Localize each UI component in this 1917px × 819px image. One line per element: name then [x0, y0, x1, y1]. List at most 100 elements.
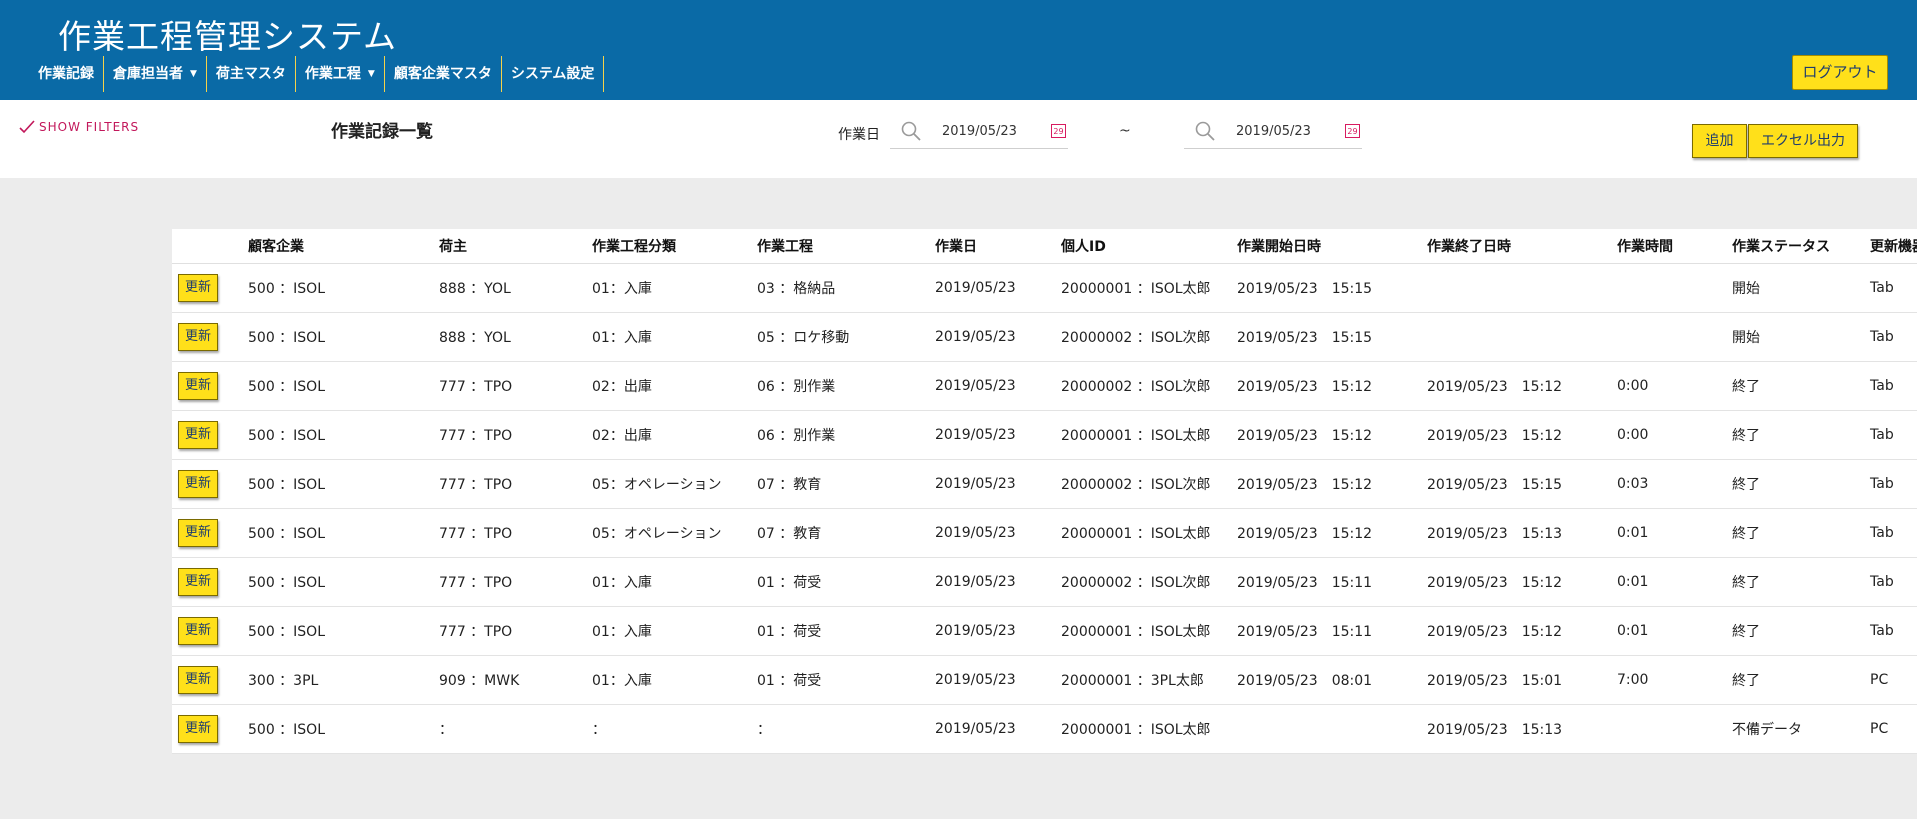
nav-item-work-records[interactable]: 作業記録	[30, 56, 104, 92]
records-table-card: 顧客企業 荷主 作業工程分類 作業工程 作業日 個人ID 作業開始日時 作業終了…	[172, 229, 1917, 754]
update-button[interactable]: 更新	[178, 470, 218, 498]
cell-start-time: 2019/05/23 15:11	[1237, 557, 1427, 607]
column-header-device[interactable]: 更新機器	[1870, 229, 1917, 264]
cell-shipper: 777 ：TPO	[439, 557, 592, 607]
records-table: 顧客企業 荷主 作業工程分類 作業工程 作業日 個人ID 作業開始日時 作業終了…	[172, 229, 1917, 754]
cell-process: 07 ：教育	[757, 508, 935, 558]
cell-device: Tab	[1870, 508, 1917, 558]
app-header: 作業工程管理システム 作業記録 倉庫担当者 ▼ 荷主マスタ 作業工程 ▼ 顧客企業マ…	[0, 0, 1917, 100]
calendar-icon[interactable]: 29	[1345, 124, 1360, 138]
column-header-process-category[interactable]: 作業工程分類	[592, 229, 757, 264]
cell-status: 終了	[1732, 459, 1870, 509]
excel-export-button[interactable]: エクセル出力	[1748, 124, 1858, 158]
date-from-field[interactable]: 2019/05/23 29	[890, 114, 1068, 149]
cell-process: 05 ：ロケ移動	[757, 312, 935, 362]
cell-customer: 500 ：ISOL	[248, 606, 439, 656]
cell-process: 06 ：別作業	[757, 361, 935, 411]
cell-process-category: ：	[592, 704, 757, 754]
cell-status: 終了	[1732, 606, 1870, 656]
cell-status: 終了	[1732, 655, 1870, 705]
cell-duration	[1617, 312, 1732, 362]
column-header-start-time[interactable]: 作業開始日時	[1237, 229, 1427, 264]
cell-duration: 0:00	[1617, 361, 1732, 411]
column-header-duration[interactable]: 作業時間	[1617, 229, 1732, 264]
nav-item-warehouse-staff[interactable]: 倉庫担当者 ▼	[104, 56, 207, 92]
cell-work-date: 2019/05/23	[935, 557, 1061, 607]
cell-work-date: 2019/05/23	[935, 704, 1061, 754]
update-button[interactable]: 更新	[178, 323, 218, 351]
show-filters-toggle[interactable]: SHOW FILTERS	[19, 120, 139, 134]
nav-item-customer-master[interactable]: 顧客企業マスタ	[385, 56, 502, 92]
cell-process-category: 02：出庫	[592, 410, 757, 460]
add-button[interactable]: 追加	[1692, 124, 1747, 158]
cell-status: 終了	[1732, 361, 1870, 411]
update-button[interactable]: 更新	[178, 568, 218, 596]
logout-button[interactable]: ログアウト	[1792, 55, 1888, 90]
date-to-field[interactable]: 2019/05/23 29	[1184, 114, 1362, 149]
cell-work-date: 2019/05/23	[935, 606, 1061, 656]
cell-customer: 500 ：ISOL	[248, 410, 439, 460]
cell-end-time: 2019/05/23 15:12	[1427, 606, 1617, 656]
nav-item-system-settings[interactable]: システム設定	[502, 56, 605, 92]
cell-end-time: 2019/05/23 15:13	[1427, 704, 1617, 754]
update-button[interactable]: 更新	[178, 715, 218, 743]
cell-device: Tab	[1870, 459, 1917, 509]
nav-item-work-process[interactable]: 作業工程 ▼	[296, 56, 385, 92]
table-row: 更新 500 ：ISOL 777 ：TPO 02：出庫 06 ：別作業 2019…	[172, 361, 1917, 411]
table-row: 更新 300 ：3PL 909 ：MWK 01：入庫 01 ：荷受 2019/0…	[172, 655, 1917, 705]
cell-process: 01 ：荷受	[757, 557, 935, 607]
cell-process-category: 02：出庫	[592, 361, 757, 411]
calendar-icon[interactable]: 29	[1051, 124, 1066, 138]
cell-start-time: 2019/05/23 08:01	[1237, 655, 1427, 705]
cell-process-category: 05：オペレーション	[592, 508, 757, 558]
update-button[interactable]: 更新	[178, 666, 218, 694]
cell-status: 終了	[1732, 410, 1870, 460]
cell-device: Tab	[1870, 263, 1917, 313]
cell-process-category: 01：入庫	[592, 655, 757, 705]
update-button[interactable]: 更新	[178, 274, 218, 302]
cell-work-date: 2019/05/23	[935, 263, 1061, 313]
table-row: 更新 500 ：ISOL 777 ：TPO 01：入庫 01 ：荷受 2019/…	[172, 606, 1917, 656]
column-header-shipper[interactable]: 荷主	[439, 229, 592, 264]
update-button[interactable]: 更新	[178, 519, 218, 547]
cell-duration: 0:01	[1617, 557, 1732, 607]
table-row: 更新 500 ：ISOL 777 ：TPO 01：入庫 01 ：荷受 2019/…	[172, 557, 1917, 607]
column-header-status[interactable]: 作業ステータス	[1732, 229, 1870, 264]
column-header-actions	[172, 229, 248, 264]
table-body: 更新 500 ：ISOL 888 ：YOL 01：入庫 03 ：格納品 2019…	[172, 263, 1917, 754]
update-button[interactable]: 更新	[178, 372, 218, 400]
cell-shipper: 888 ：YOL	[439, 263, 592, 313]
update-button[interactable]: 更新	[178, 421, 218, 449]
cell-customer: 500 ：ISOL	[248, 312, 439, 362]
column-header-end-time[interactable]: 作業終了日時	[1427, 229, 1617, 264]
column-header-work-date[interactable]: 作業日	[935, 229, 1061, 264]
cell-work-date: 2019/05/23	[935, 655, 1061, 705]
cell-customer: 300 ：3PL	[248, 655, 439, 705]
date-from-value: 2019/05/23	[942, 124, 1017, 139]
date-to-value: 2019/05/23	[1236, 124, 1311, 139]
cell-start-time: 2019/05/23 15:12	[1237, 459, 1427, 509]
cell-device: Tab	[1870, 410, 1917, 460]
column-header-customer[interactable]: 顧客企業	[248, 229, 439, 264]
cell-process: ：	[757, 704, 935, 754]
cell-work-date: 2019/05/23	[935, 508, 1061, 558]
table-header-row: 顧客企業 荷主 作業工程分類 作業工程 作業日 個人ID 作業開始日時 作業終了…	[172, 229, 1917, 264]
column-header-process[interactable]: 作業工程	[757, 229, 935, 264]
cell-process-category: 05：オペレーション	[592, 459, 757, 509]
filter-toolbar: SHOW FILTERS 作業記録一覧 作業日 2019/05/23 29 ~ …	[0, 100, 1917, 178]
cell-process-category: 01：入庫	[592, 606, 757, 656]
cell-start-time: 2019/05/23 15:15	[1237, 312, 1427, 362]
cell-work-date: 2019/05/23	[935, 459, 1061, 509]
table-row: 更新 500 ：ISOL ： ： ： 2019/05/23 20000001 ：…	[172, 704, 1917, 754]
cell-duration: 0:00	[1617, 410, 1732, 460]
cell-person-id: 20000002 ：ISOL次郎	[1061, 459, 1237, 509]
cell-duration: 0:01	[1617, 606, 1732, 656]
cell-device: Tab	[1870, 312, 1917, 362]
update-button[interactable]: 更新	[178, 617, 218, 645]
nav-item-shipper-master[interactable]: 荷主マスタ	[207, 56, 296, 92]
cell-process: 03 ：格納品	[757, 263, 935, 313]
cell-device: Tab	[1870, 361, 1917, 411]
cell-person-id: 20000001 ：ISOL太郎	[1061, 606, 1237, 656]
cell-shipper: 888 ：YOL	[439, 312, 592, 362]
column-header-person-id[interactable]: 個人ID	[1061, 229, 1237, 264]
